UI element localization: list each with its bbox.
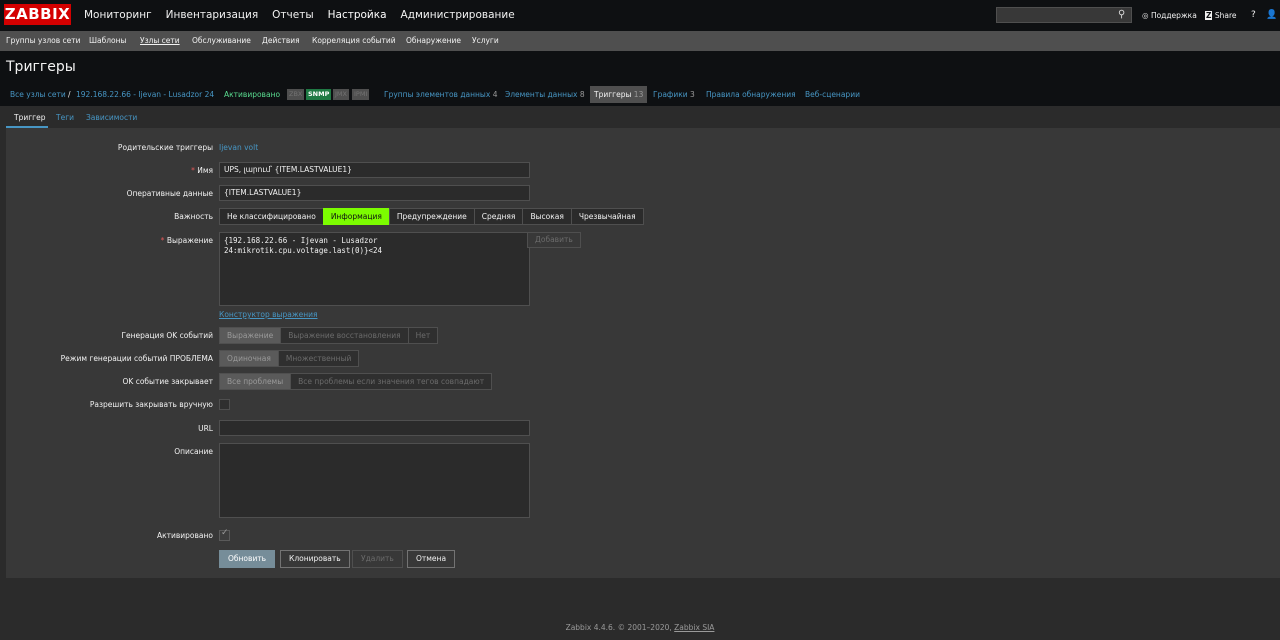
page-title: Триггеры <box>6 59 76 75</box>
tab-dependencies[interactable]: Зависимости <box>86 108 137 128</box>
menu-configuration[interactable]: Настройка <box>328 0 387 31</box>
ok-gen-none[interactable]: Нет <box>407 327 439 344</box>
submenu-discovery[interactable]: Обнаружение <box>406 31 461 51</box>
severity-label: Важность <box>174 212 213 221</box>
cancel-button[interactable]: Отмена <box>407 550 456 568</box>
ok-closes-tag-match[interactable]: Все проблемы если значения тегов совпада… <box>290 373 493 390</box>
url-field[interactable] <box>219 420 530 436</box>
headset-icon: ◎ <box>1142 11 1151 20</box>
enabled-checkbox[interactable] <box>219 528 230 541</box>
severity-high[interactable]: Высокая <box>522 208 572 225</box>
search-icon[interactable]: ⚲ <box>1118 9 1125 20</box>
expression-line-1: {192.168.22.66 - Ijevan - Lusadzor <box>224 236 378 245</box>
breadcrumb-separator: / <box>68 90 71 99</box>
problem-mode-multiple[interactable]: Множественный <box>277 350 360 367</box>
main-menu: Мониторинг Инвентаризация Отчеты Настрой… <box>84 0 529 31</box>
breadcrumb-graphs[interactable]: Графики 3 <box>653 83 695 106</box>
availability-snmp: SNMP <box>306 89 332 100</box>
ok-gen-expression[interactable]: Выражение <box>219 327 282 344</box>
menu-administration[interactable]: Администрирование <box>401 0 515 31</box>
submenu-actions[interactable]: Действия <box>262 31 300 51</box>
expression-line-2: 24:mikrotik.cpu.voltage.last(0)}<24 <box>224 245 383 255</box>
breadcrumb-host[interactable]: 192.168.22.66 - Ijevan - Lusadzor 24 <box>76 83 214 106</box>
top-navigation-bar: ZABBIX Мониторинг Инвентаризация Отчеты … <box>0 0 1280 31</box>
update-button[interactable]: Обновить <box>219 550 276 568</box>
menu-reports[interactable]: Отчеты <box>272 0 313 31</box>
page-header: Триггеры <box>0 51 1280 83</box>
sub-menu: Группы узлов сети Шаблоны Узлы сети Обсл… <box>0 31 1280 51</box>
name-label: * Имя <box>191 166 213 175</box>
breadcrumb-web-scenarios[interactable]: Веб-сценарии <box>805 83 860 106</box>
submenu-host-groups[interactable]: Группы узлов сети <box>6 31 80 51</box>
menu-monitoring[interactable]: Мониторинг <box>84 0 152 31</box>
ok-gen-recovery-expression[interactable]: Выражение восстановления <box>280 327 409 344</box>
problem-mode-single[interactable]: Одиночная <box>219 350 279 367</box>
tab-trigger[interactable]: Триггер <box>14 108 45 128</box>
ok-closes-label: OK событие закрывает <box>122 377 213 386</box>
opdata-label: Оперативные данные <box>126 189 213 198</box>
expression-textarea[interactable]: {192.168.22.66 - Ijevan - Lusadzor 24:mi… <box>219 232 530 306</box>
problem-mode-selector: Одиночная Множественный <box>219 350 360 367</box>
breadcrumb-triggers[interactable]: Триггеры 13 <box>590 86 648 103</box>
submenu-templates[interactable]: Шаблоны <box>89 31 126 51</box>
enabled-label: Активировано <box>156 531 213 540</box>
share-icon: Z <box>1205 11 1213 20</box>
description-textarea[interactable] <box>219 443 530 518</box>
parent-trigger-link[interactable]: Ijevan volt <box>219 143 258 152</box>
severity-average[interactable]: Средняя <box>473 208 524 225</box>
availability-zbx: ZBX <box>287 89 305 100</box>
host-status[interactable]: Активировано <box>224 83 280 106</box>
manual-close-label: Разрешить закрывать вручную <box>89 400 213 409</box>
ok-generation-selector: Выражение Выражение восстановления Нет <box>219 327 439 344</box>
share-link[interactable]: Z Share <box>1205 0 1237 31</box>
expression-constructor-link[interactable]: Конструктор выражения <box>219 310 318 319</box>
breadcrumb-items[interactable]: Элементы данных 8 <box>505 83 585 106</box>
ok-closes-all[interactable]: Все проблемы <box>219 373 292 390</box>
footer: Zabbix 4.4.6. © 2001–2020, Zabbix SIA <box>0 623 1280 632</box>
severity-selector: Не классифицировано Информация Предупреж… <box>219 208 644 225</box>
manual-close-checkbox[interactable] <box>219 399 230 410</box>
submenu-maintenance[interactable]: Обслуживание <box>192 31 251 51</box>
menu-inventory[interactable]: Инвентаризация <box>166 0 259 31</box>
problem-mode-label: Режим генерации событий ПРОБЛЕМА <box>60 354 213 363</box>
delete-button[interactable]: Удалить <box>352 550 403 568</box>
zabbix-logo[interactable]: ZABBIX <box>4 4 71 25</box>
tab-tags[interactable]: Теги <box>56 108 74 128</box>
severity-not-classified[interactable]: Не классифицировано <box>219 208 324 225</box>
trigger-form: Родительские триггеры Ijevan volt * Имя … <box>6 128 1280 578</box>
breadcrumb-discovery-rules[interactable]: Правила обнаружения <box>706 83 796 106</box>
description-label: Описание <box>174 447 213 456</box>
expression-label: * Выражение <box>160 236 213 245</box>
submenu-event-correlation[interactable]: Корреляция событий <box>312 31 396 51</box>
ok-generation-label: Генерация OK событий <box>121 331 213 340</box>
submenu-hosts[interactable]: Узлы сети <box>140 31 180 51</box>
url-label: URL <box>198 424 213 433</box>
user-icon[interactable]: 👤 <box>1266 0 1277 31</box>
footer-link[interactable]: Zabbix SIA <box>674 623 714 632</box>
footer-copyright: Zabbix 4.4.6. © 2001–2020, <box>565 623 672 632</box>
clone-button[interactable]: Клонировать <box>280 550 350 568</box>
add-expression-button[interactable]: Добавить <box>527 232 581 248</box>
severity-disaster[interactable]: Чрезвычайная <box>570 208 644 225</box>
availability-jmx: JMX <box>333 89 349 100</box>
submenu-services[interactable]: Услуги <box>472 31 499 51</box>
severity-warning[interactable]: Предупреждение <box>388 208 475 225</box>
operational-data-field[interactable]: {ITEM.LASTVALUE1} <box>219 185 530 201</box>
support-link[interactable]: ◎ Поддержка <box>1142 0 1197 31</box>
breadcrumb-item-groups[interactable]: Группы элементов данных 4 <box>384 83 497 106</box>
help-button[interactable]: ? <box>1251 0 1256 31</box>
ok-closes-selector: Все проблемы Все проблемы если значения … <box>219 373 493 390</box>
breadcrumb-all-hosts[interactable]: Все узлы сети <box>10 83 66 106</box>
severity-information[interactable]: Информация <box>322 208 390 225</box>
name-field[interactable]: UPS, լարում՝ {ITEM.LASTVALUE1} <box>219 162 530 178</box>
host-breadcrumb: Все узлы сети / 192.168.22.66 - Ijevan -… <box>0 83 1280 106</box>
search-input[interactable] <box>996 7 1132 23</box>
parent-triggers-label: Родительские триггеры <box>117 143 213 152</box>
availability-ipmi: IPMI <box>352 89 370 100</box>
